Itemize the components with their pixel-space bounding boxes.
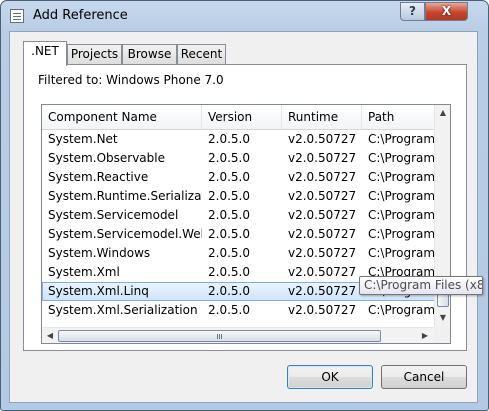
cell-component-name: System.Servicemodel.Web	[48, 227, 202, 241]
component-list[interactable]: Component Name Version Runtime Path Syst…	[41, 104, 451, 344]
cell-runtime: v2.0.50727	[288, 303, 357, 317]
cell-component-name: System.Xml.Serialization	[48, 303, 198, 317]
scrollbar-corner	[434, 327, 450, 343]
tab-projects[interactable]: Projects	[67, 44, 122, 65]
table-row[interactable]: System.Servicemodel.Web 2.0.5.0 v2.0.50727…	[42, 225, 436, 244]
cell-component-name: System.Reactive	[48, 170, 149, 184]
cell-version: 2.0.5.0	[208, 132, 250, 146]
cell-runtime: v2.0.50727	[288, 151, 357, 165]
cell-runtime: v2.0.50727	[288, 227, 357, 241]
tab-browse[interactable]: Browse	[122, 44, 177, 65]
horizontal-scroll-thumb[interactable]	[58, 330, 381, 342]
column-header-component-name[interactable]: Component Name	[42, 105, 202, 129]
cell-component-name: System.Net	[48, 132, 118, 146]
cell-path: C:\Program	[368, 208, 436, 222]
cell-version: 2.0.5.0	[208, 208, 250, 222]
scroll-right-arrow-icon[interactable]: ▶	[417, 328, 433, 343]
cell-version: 2.0.5.0	[208, 227, 250, 241]
cell-runtime: v2.0.50727	[288, 284, 357, 298]
dialog-client-area: .NET Projects Browse Recent Filtered to:…	[9, 31, 478, 403]
ok-button[interactable]: OK	[287, 365, 373, 389]
cell-version: 2.0.5.0	[208, 170, 250, 184]
cell-path: C:\Program	[368, 132, 436, 146]
cell-component-name: System.Xml	[48, 265, 120, 279]
title-bar[interactable]: Add Reference ? X	[1, 1, 488, 31]
cell-path: C:\Program	[368, 189, 436, 203]
column-header-runtime[interactable]: Runtime	[282, 105, 362, 129]
add-reference-dialog: Add Reference ? X .NET Projects Browse R…	[0, 0, 489, 411]
cell-runtime: v2.0.50727	[288, 170, 357, 184]
table-row[interactable]: System.Net 2.0.5.0 v2.0.50727 C:\Program	[42, 130, 436, 149]
cancel-button[interactable]: Cancel	[381, 365, 467, 389]
table-row[interactable]: System.Runtime.Serializati... 2.0.5.0 v2.0…	[42, 187, 436, 206]
cell-runtime: v2.0.50727	[288, 265, 357, 279]
close-button[interactable]: X	[425, 2, 468, 21]
cell-version: 2.0.5.0	[208, 151, 250, 165]
cell-version: 2.0.5.0	[208, 189, 250, 203]
cell-path: C:\Program	[368, 246, 436, 260]
cell-runtime: v2.0.50727	[288, 189, 357, 203]
cell-component-name: System.Observable	[48, 151, 165, 165]
cell-component-name: System.Windows	[48, 246, 151, 260]
dialog-title: Add Reference	[33, 8, 128, 23]
horizontal-scrollbar[interactable]: ◀ ▶	[42, 327, 434, 343]
filter-label: Filtered to: Windows Phone 7.0	[38, 73, 224, 87]
list-header: Component Name Version Runtime Path	[42, 105, 436, 130]
cell-component-name: System.Runtime.Serializati...	[48, 189, 202, 203]
column-header-path[interactable]: Path	[362, 105, 436, 129]
table-row[interactable]: System.Windows 2.0.5.0 v2.0.50727 C:\Progra…	[42, 244, 436, 263]
table-row[interactable]: System.Reactive 2.0.5.0 v2.0.50727 C:\Progr…	[42, 168, 436, 187]
cell-version: 2.0.5.0	[208, 246, 250, 260]
dotnet-tab-panel: Filtered to: Windows Phone 7.0 Component…	[23, 64, 467, 351]
tab-dotnet[interactable]: .NET	[23, 41, 67, 66]
table-row[interactable]: System.Observable 2.0.5.0 v2.0.50727 C:\Pro…	[42, 149, 436, 168]
cell-path: C:\Program	[368, 303, 436, 317]
tab-recent[interactable]: Recent	[177, 44, 226, 65]
cell-component-name: System.Servicemodel	[48, 208, 179, 222]
cell-path: C:\Program	[368, 227, 436, 241]
cell-runtime: v2.0.50727	[288, 208, 357, 222]
scroll-left-arrow-icon[interactable]: ◀	[42, 328, 58, 343]
cell-version: 2.0.5.0	[208, 265, 250, 279]
cell-path: C:\Program	[368, 170, 436, 184]
path-tooltip: C:\Program Files (x86)\	[359, 276, 483, 295]
cell-version: 2.0.5.0	[208, 284, 250, 298]
scroll-up-arrow-icon[interactable]: ▲	[435, 105, 450, 121]
dialog-window-icon	[10, 9, 24, 23]
column-header-version[interactable]: Version	[202, 105, 282, 129]
cell-component-name: System.Xml.Linq	[48, 284, 149, 298]
help-button[interactable]: ?	[400, 2, 425, 21]
scroll-down-arrow-icon[interactable]: ▼	[435, 310, 450, 326]
cell-path: C:\Program	[368, 151, 436, 165]
cell-runtime: v2.0.50727	[288, 132, 357, 146]
cell-version: 2.0.5.0	[208, 303, 250, 317]
table-row[interactable]: System.Xml.Serialization 2.0.5.0 v2.0.5072…	[42, 301, 436, 320]
cell-runtime: v2.0.50727	[288, 246, 357, 260]
table-row[interactable]: System.Servicemodel 2.0.5.0 v2.0.50727 C:\P…	[42, 206, 436, 225]
